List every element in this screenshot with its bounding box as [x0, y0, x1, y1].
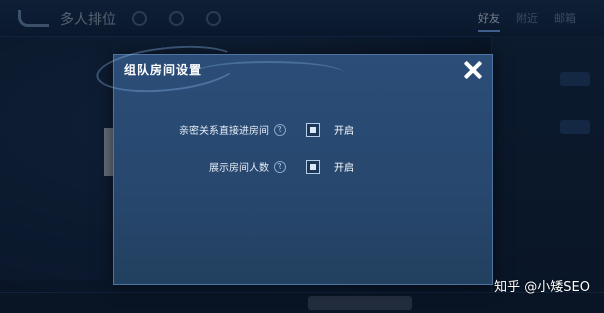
intimate-direct-join-checkbox[interactable] — [306, 122, 320, 137]
watermark: 知乎 @小矮SEO — [494, 280, 590, 295]
setting-row-show-room-count: 展示房间人数 ? 开启 — [174, 159, 354, 174]
dialog-header: 组队房间设置 — [94, 39, 492, 99]
toggle-state: 开启 — [334, 163, 354, 174]
header-ornament — [194, 61, 344, 85]
setting-row-intimate-direct-join: 亲密关系直接进房间 ? 开启 — [174, 122, 354, 137]
close-icon[interactable] — [462, 59, 484, 81]
setting-label: 展示房间人数 — [209, 163, 269, 174]
toggle-state: 开启 — [334, 126, 354, 137]
setting-label: 亲密关系直接进房间 — [179, 126, 269, 137]
help-icon[interactable]: ? — [272, 159, 288, 174]
dialog-title: 组队房间设置 — [124, 63, 203, 77]
show-room-count-checkbox[interactable] — [306, 159, 320, 174]
team-room-settings-dialog: 组队房间设置 亲密关系直接进房间 ? 开启 展示房间人数 ? 开启 — [94, 39, 493, 285]
help-icon[interactable]: ? — [272, 122, 288, 137]
